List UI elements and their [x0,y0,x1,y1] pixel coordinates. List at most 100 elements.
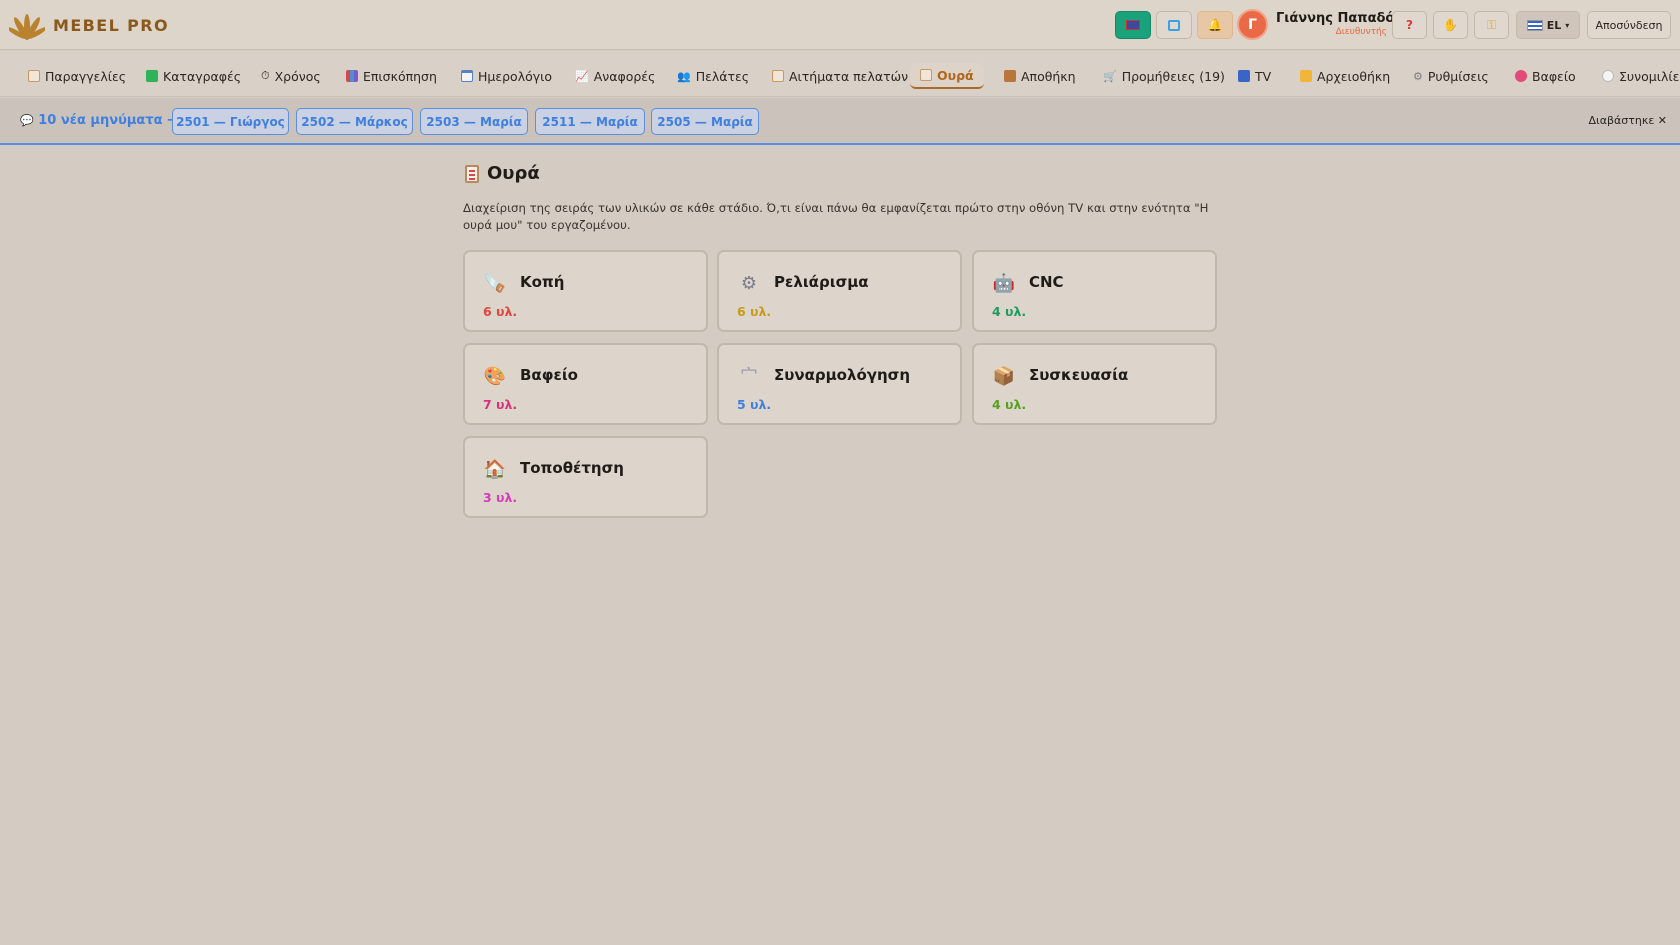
cart-icon: 🛒 [1103,69,1117,83]
stage-name: Βαφείο [520,366,578,384]
hand-button[interactable]: ✋ [1433,11,1468,39]
gear-icon: ⚙ [740,273,758,294]
key-icon: ⚿ [1486,17,1497,32]
palette-icon: 🎨 [483,366,507,387]
message-chip[interactable]: 2511 — Μαρία [535,108,645,135]
saw-icon: 🪚 [483,273,507,294]
notifications-button[interactable]: 🔔 [1197,11,1233,39]
stage-name: Τοποθέτηση [520,459,624,477]
bell-icon: 🔔 [1207,18,1223,32]
users-icon: 👥 [677,69,691,83]
nav-label: Συνομιλίες [1619,68,1680,84]
language-code: EL [1546,18,1562,32]
tv-icon [1238,70,1250,82]
key-button[interactable]: ⚿ [1474,11,1509,39]
stage-count: 4 υλ. [992,304,1027,319]
dismiss-messages-button[interactable]: Διαβάστηκε ✕ [1589,114,1667,127]
nav-item-queue[interactable]: Ουρά [910,63,984,89]
nav-item-settings[interactable]: ⚙ Ρυθμίσεις [1413,63,1489,89]
nav-item-overview[interactable]: Επισκόπηση [346,63,437,89]
package-icon: 📦 [992,366,1016,387]
stage-name: CNC [1029,273,1064,291]
nav-item-warehouse[interactable]: Αποθήκη [1004,63,1076,89]
uk-flag-icon [1126,20,1140,30]
leaf-logo-icon [9,14,45,40]
brand-logo[interactable]: MEBEL PRO [9,7,169,43]
nav-item-orders[interactable]: Παραγγελίες [28,63,126,89]
user-role: Διευθυντής [1335,27,1387,37]
stage-card-cutting[interactable]: 🪚 Κοπή 6 υλ. [463,250,708,332]
stage-name: Κοπή [520,273,565,291]
language-flag-button[interactable] [1115,11,1151,39]
clipboard-icon [920,69,932,81]
tv-mode-button[interactable] [1156,11,1192,39]
greek-flag-icon [1526,19,1543,31]
nav-label: Καταγραφές [163,68,242,84]
stage-card-packaging[interactable]: 📦 Συσκευασία 4 υλ. [972,343,1217,425]
nav-label: Ημερολόγιο [478,68,553,84]
message-chip[interactable]: 2503 — Μαρία [420,108,528,135]
page-description: Διαχείριση της σειράς των υλικών σε κάθε… [463,201,1209,232]
bar-chart-icon [346,70,358,82]
nav-item-chats[interactable]: Συνομιλίες [1602,63,1680,89]
clipboard-icon [772,70,784,82]
new-messages-text: 10 νέα μηνύματα → [38,113,178,128]
page-title-block: Ουρά [465,163,540,184]
nav-label: Αναφορές [593,68,656,84]
nav-item-supplies[interactable]: 🛒 Προμήθειες (19) [1103,63,1225,89]
tv-icon [1168,19,1180,31]
screwdriver-icon: ⼧ [740,366,758,387]
stage-count: 6 υλ. [737,304,772,319]
speech-bubble-icon: 💬 [20,114,34,127]
user-avatar[interactable]: Γ [1237,9,1268,40]
language-select[interactable]: EL ▾ [1516,11,1580,39]
palette-icon [1515,70,1527,82]
stage-count: 6 υλ. [483,304,518,319]
stage-name: Συναρμολόγηση [774,366,911,384]
nav-item-calendar[interactable]: Ημερολόγιο [461,63,552,89]
brand-name: MEBEL PRO [53,15,169,35]
nav-label: Βαφείο [1532,68,1576,84]
nav-item-paint-shop[interactable]: Βαφείο [1515,63,1576,89]
nav-item-tv[interactable]: TV [1238,63,1271,89]
nav-label: Χρόνος [274,68,321,84]
nav-item-reports[interactable]: 📈 Αναφορές [575,63,655,89]
nav-item-customers[interactable]: 👥 Πελάτες [677,63,749,89]
page-title: Ουρά [487,163,540,184]
stage-card-paint-shop[interactable]: 🎨 Βαφείο 7 υλ. [463,343,708,425]
nav-label: Πελάτες [695,68,750,84]
nav-item-customer-requests[interactable]: Αιτήματα πελατών [772,63,908,89]
stage-card-installation[interactable]: 🏠 Τοποθέτηση 3 υλ. [463,436,708,518]
robot-icon: 🤖 [992,273,1016,294]
message-chip[interactable]: 2505 — Μαρία [651,108,759,135]
nav-label: Προμήθειες (19) [1121,68,1225,84]
top-bar: MEBEL PRO 🔔 Γ Γιάννης Παπαδό... Διευθυντ… [0,0,1680,50]
nav-item-time[interactable]: ⏱ Χρόνος [261,63,321,89]
logout-button[interactable]: Αποσύνδεση [1587,11,1671,39]
stage-count: 3 υλ. [483,490,518,505]
stage-card-edging[interactable]: ⚙ Ρελιάρισμα 6 υλ. [717,250,962,332]
nav-label: Αιτήματα πελατών [789,68,909,84]
message-chip[interactable]: 2502 — Μάρκος [296,108,413,135]
stage-name: Ρελιάρισμα [774,273,869,291]
nav-label: TV [1255,68,1272,84]
checkbox-icon [146,70,158,82]
calendar-icon [461,70,473,82]
hand-icon: ✋ [1443,18,1458,32]
new-messages-bar: 💬 10 νέα μηνύματα → 2501 — Γιώργος 2502 … [0,98,1680,145]
folder-icon [1300,70,1312,82]
stage-card-assembly[interactable]: ⼧ Συναρμολόγηση 5 υλ. [717,343,962,425]
stage-count: 7 υλ. [483,397,518,412]
box-icon [1004,70,1016,82]
help-button[interactable]: ? [1392,11,1427,39]
main-nav: Παραγγελίες Καταγραφές ⏱ Χρόνος Επισκόπη… [0,51,1680,97]
message-chip[interactable]: 2501 — Γιώργος [172,108,289,135]
stage-count: 5 υλ. [737,397,772,412]
stage-name: Συσκευασία [1029,366,1129,384]
stage-card-cnc[interactable]: 🤖 CNC 4 υλ. [972,250,1217,332]
new-messages-count[interactable]: 💬 10 νέα μηνύματα → [20,113,178,128]
nav-item-logs[interactable]: Καταγραφές [146,63,241,89]
nav-label: Ουρά [937,67,974,83]
nav-item-archive[interactable]: Αρχειοθήκη [1300,63,1390,89]
line-chart-icon: 📈 [575,69,589,83]
